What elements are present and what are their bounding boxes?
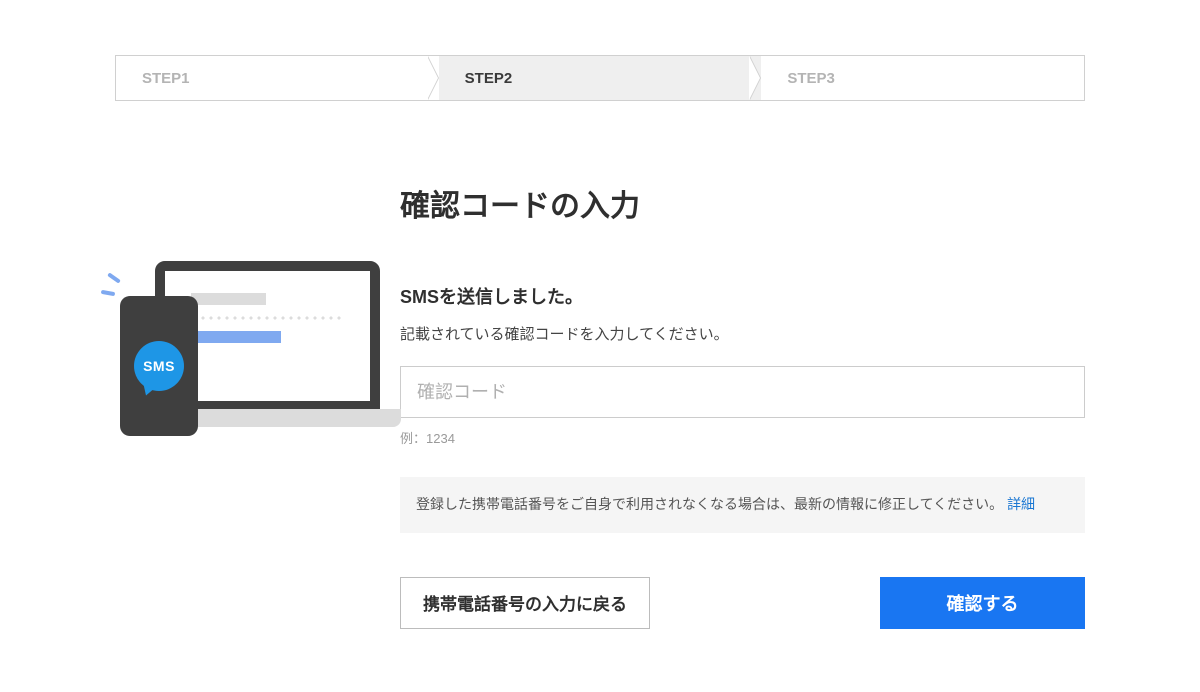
sms-bubble-icon: SMS	[134, 341, 184, 391]
step-1: STEP1	[116, 56, 439, 100]
back-button[interactable]: 携帯電話番号の入力に戻る	[400, 577, 650, 629]
spark-icon	[101, 290, 115, 296]
example-text: 例：1234	[400, 428, 1085, 447]
sms-bubble-label: SMS	[143, 358, 175, 374]
step-1-label: STEP1	[142, 70, 190, 87]
verification-code-input[interactable]	[400, 366, 1085, 418]
step-2: STEP2	[439, 56, 762, 100]
notice-box: 登録した携帯電話番号をご自身で利用されなくなる場合は、最新の情報に修正してくださ…	[400, 477, 1085, 533]
sms-illustration: SMS	[115, 181, 400, 456]
step-2-label: STEP2	[465, 70, 513, 87]
sms-sent-heading: SMSを送信しました。	[400, 283, 1085, 309]
details-link[interactable]: 詳細	[1007, 496, 1035, 512]
notice-text: 登録した携帯電話番号をご自身で利用されなくなる場合は、最新の情報に修正してくださ…	[416, 496, 1003, 512]
spark-icon	[107, 272, 121, 283]
page-title: 確認コードの入力	[400, 181, 1085, 225]
step-3-label: STEP3	[787, 70, 835, 87]
step-indicator: STEP1 STEP2 STEP3	[115, 55, 1085, 101]
instruction-text: 記載されている確認コードを入力してください。	[400, 323, 1085, 344]
step-3: STEP3	[761, 56, 1084, 100]
confirm-button[interactable]: 確認する	[880, 577, 1085, 629]
phone-icon: SMS	[120, 296, 198, 436]
